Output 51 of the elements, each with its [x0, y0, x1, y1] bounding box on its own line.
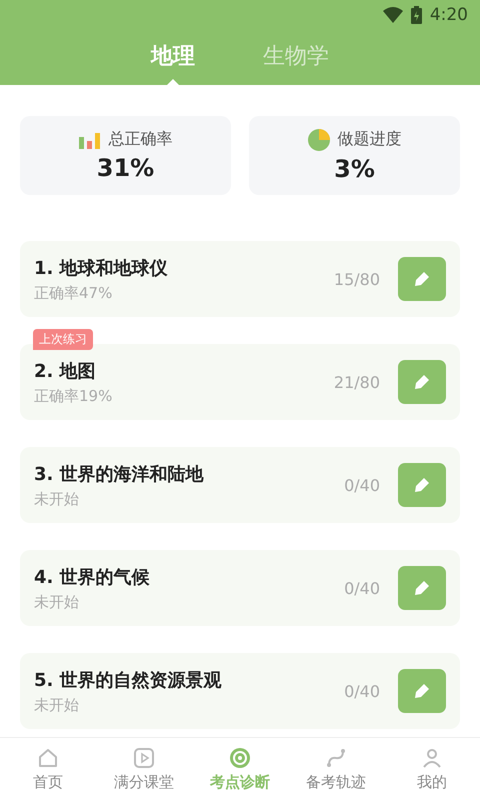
chapter-title: 5. 世界的自然资源景观 — [34, 668, 223, 692]
question-count: 21/80 — [334, 372, 380, 392]
pencil-icon — [414, 374, 430, 390]
chapter-title: 2. 地图 — [34, 360, 97, 382]
chapter-card[interactable]: 2. 地图 正确率19% 21/80 — [20, 344, 460, 420]
chapter-title: 3. 世界的海洋和陆地 — [34, 462, 205, 486]
stat-value: 3% — [334, 154, 375, 182]
nav-tab[interactable]: 满分课堂 — [96, 738, 192, 800]
chapter-status: 未开始 — [34, 592, 80, 612]
question-count: 15/80 — [334, 270, 380, 288]
last-practice-badge: 上次练习 — [33, 329, 93, 350]
nav-tab[interactable]: 备考轨迹 — [288, 738, 384, 800]
route-icon — [325, 746, 347, 768]
practice-button[interactable] — [398, 566, 446, 610]
pencil-icon — [414, 580, 430, 596]
chapter-card[interactable]: 4. 世界的气候 未开始 0/40 — [20, 550, 460, 626]
wifi-icon — [382, 7, 403, 23]
nav-tab[interactable]: 考点诊断 — [192, 738, 288, 800]
chapter-title: 1. 地球和地球仪 — [34, 256, 169, 280]
clock-time: 4:20 — [430, 5, 468, 25]
chapter-status: 正确率47% — [34, 284, 114, 302]
pencil-icon — [414, 271, 430, 287]
nav-tab[interactable]: 我的 — [384, 738, 480, 800]
battery-icon — [410, 6, 422, 24]
person-icon — [421, 746, 443, 768]
pencil-icon — [414, 683, 430, 699]
chapter-card[interactable]: 1. 地球和地球仪 正确率47% 15/80 — [20, 241, 460, 317]
pencil-icon — [414, 477, 430, 493]
stat-value: 31% — [96, 154, 154, 182]
play-icon — [133, 746, 155, 768]
bar-chart-icon — [78, 130, 100, 148]
pie-chart-icon — [308, 128, 330, 150]
chapter-card[interactable]: 3. 世界的海洋和陆地 未开始 0/40 — [20, 447, 460, 523]
practice-button[interactable] — [398, 463, 446, 507]
question-count: 0/40 — [344, 476, 380, 494]
practice-button[interactable] — [398, 669, 446, 713]
nav-tab[interactable]: 首页 — [0, 738, 96, 800]
target-icon — [229, 746, 251, 768]
stat-label: 总正确率 — [108, 129, 172, 150]
question-count: 0/40 — [344, 682, 380, 700]
stat-label: 做题进度 — [338, 129, 402, 150]
chapter-status: 未开始 — [34, 696, 80, 714]
practice-button[interactable] — [398, 257, 446, 301]
chapter-card[interactable]: 5. 世界的自然资源景观 未开始 0/40 — [20, 653, 460, 729]
practice-button[interactable] — [398, 360, 446, 404]
question-count: 0/40 — [344, 578, 380, 598]
chapter-status: 正确率19% — [34, 386, 114, 406]
subject-tab[interactable]: 地理 — [147, 42, 199, 85]
home-icon — [37, 746, 59, 768]
chapter-status: 未开始 — [34, 490, 80, 508]
chapter-title: 4. 世界的气候 — [34, 566, 151, 588]
